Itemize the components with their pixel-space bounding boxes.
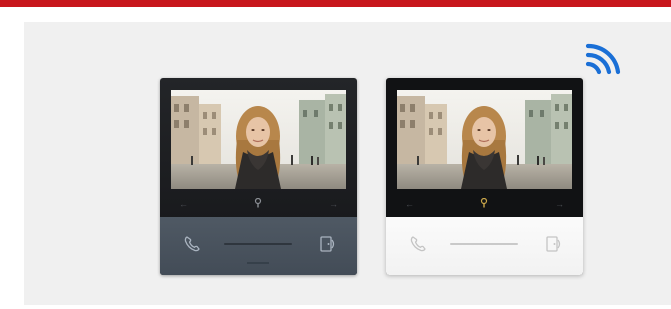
touch-key-row: ← →	[386, 191, 583, 217]
volume-slider[interactable]	[224, 243, 292, 245]
page: ← → ← →	[0, 0, 671, 309]
control-panel	[386, 217, 583, 275]
right-arrow-icon[interactable]: →	[329, 200, 338, 209]
handset-icon[interactable]	[408, 234, 428, 254]
video-preview	[171, 90, 346, 189]
wifi-icon	[585, 43, 621, 75]
top-accent-bar	[0, 0, 671, 7]
brand-mark	[247, 262, 269, 264]
key-icon[interactable]	[480, 198, 488, 208]
video-preview	[397, 90, 572, 189]
control-panel	[160, 217, 357, 275]
left-arrow-icon[interactable]: ←	[405, 200, 414, 209]
touch-key-row: ← →	[160, 191, 357, 217]
intercom-monitor-white: ← →	[386, 78, 583, 275]
left-arrow-icon[interactable]: ←	[179, 200, 188, 209]
right-arrow-icon[interactable]: →	[555, 200, 564, 209]
key-icon[interactable]	[254, 198, 262, 208]
handset-icon[interactable]	[182, 234, 202, 254]
door-open-icon[interactable]	[317, 233, 337, 255]
intercom-monitor-dark: ← →	[160, 78, 357, 275]
volume-slider[interactable]	[450, 243, 518, 245]
door-open-icon[interactable]	[543, 233, 563, 255]
